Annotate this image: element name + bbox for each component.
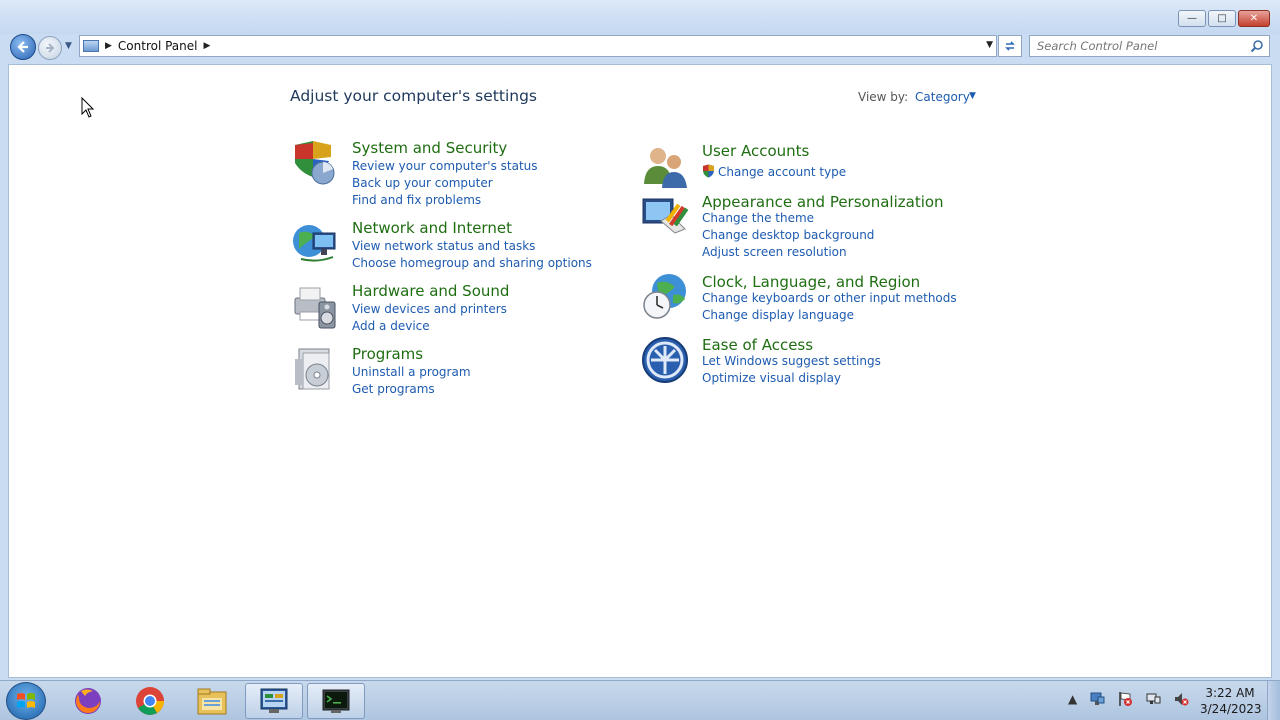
breadcrumb-chevron-icon[interactable]: ▶ bbox=[204, 41, 211, 51]
taskbar-chrome[interactable] bbox=[121, 683, 179, 719]
category-clock-language-and-region: Clock, Language, and Region Change keybo… bbox=[641, 273, 981, 323]
title-bar[interactable]: — □ ✕ bbox=[0, 0, 1280, 34]
control-panel-window: — □ ✕ ▼ ▶ Control Panel ▶ ▼ Adjust your … bbox=[0, 0, 1280, 680]
control-panel-icon bbox=[260, 688, 288, 713]
category-link[interactable]: Back up your computer bbox=[352, 176, 493, 190]
category-title[interactable]: User Accounts bbox=[702, 142, 809, 160]
programs-disc-icon[interactable] bbox=[291, 345, 339, 393]
category-link[interactable]: Change the theme bbox=[702, 211, 814, 225]
category-link[interactable]: Change keyboards or other input methods bbox=[702, 291, 957, 305]
search-icon[interactable] bbox=[1250, 39, 1264, 53]
back-button[interactable] bbox=[10, 34, 36, 60]
file-explorer-icon bbox=[197, 688, 227, 715]
taskbar-terminal[interactable] bbox=[307, 683, 365, 719]
search-box[interactable] bbox=[1029, 35, 1270, 57]
printer-speaker-icon[interactable] bbox=[291, 282, 339, 330]
caption-buttons: — □ ✕ bbox=[1178, 10, 1270, 27]
taskbar-control-panel[interactable] bbox=[245, 683, 303, 719]
action-center-flag-icon[interactable] bbox=[1117, 691, 1133, 707]
view-by-dropdown[interactable]: Category bbox=[915, 90, 970, 104]
network-connection-icon[interactable] bbox=[1145, 691, 1161, 707]
page-title: Adjust your computer's settings bbox=[290, 87, 537, 105]
close-button[interactable]: ✕ bbox=[1238, 10, 1270, 27]
uac-shield-icon bbox=[703, 164, 714, 178]
change-account-type-label[interactable]: Change account type bbox=[718, 165, 846, 179]
chrome-icon bbox=[136, 687, 164, 715]
search-input[interactable] bbox=[1037, 39, 1249, 53]
breadcrumb-control-panel[interactable]: Control Panel bbox=[118, 39, 198, 53]
taskbar-clock[interactable]: 3:22 AM 3/24/2023 bbox=[1200, 685, 1262, 717]
breadcrumb-chevron-icon[interactable]: ▶ bbox=[105, 41, 112, 51]
category-hardware-and-sound: Hardware and Sound View devices and prin… bbox=[291, 282, 591, 333]
maximize-button[interactable]: □ bbox=[1208, 10, 1236, 27]
clock-date: 3/24/2023 bbox=[1200, 702, 1262, 716]
category-title[interactable]: Programs bbox=[352, 345, 423, 363]
category-ease-of-access: Ease of Access Let Windows suggest setti… bbox=[641, 336, 981, 386]
category-link[interactable]: Optimize visual display bbox=[702, 371, 841, 385]
taskbar-firefox[interactable] bbox=[59, 683, 117, 719]
category-link[interactable]: Review your computer's status bbox=[352, 159, 538, 173]
category-network-and-internet: Network and Internet View network status… bbox=[291, 219, 592, 270]
show-hidden-icons-icon[interactable]: ▲ bbox=[1068, 692, 1077, 706]
clock-time: 3:22 AM bbox=[1205, 686, 1255, 700]
address-bar[interactable]: ▶ Control Panel ▶ ▼ bbox=[79, 35, 997, 57]
category-title[interactable]: Ease of Access bbox=[702, 336, 813, 354]
content-area: Adjust your computer's settings View by:… bbox=[8, 64, 1272, 678]
network-tray-icon[interactable] bbox=[1089, 691, 1105, 707]
show-desktop-button[interactable] bbox=[1267, 681, 1280, 720]
category-title[interactable]: Network and Internet bbox=[352, 219, 512, 237]
category-link[interactable]: Uninstall a program bbox=[352, 365, 471, 379]
category-link[interactable]: Change desktop background bbox=[702, 228, 874, 242]
category-title[interactable]: Clock, Language, and Region bbox=[702, 273, 920, 291]
ease-of-access-icon[interactable] bbox=[641, 336, 689, 384]
category-title[interactable]: Hardware and Sound bbox=[352, 282, 509, 300]
firefox-icon bbox=[75, 688, 101, 714]
address-dropdown-icon[interactable]: ▼ bbox=[986, 40, 993, 50]
start-button[interactable] bbox=[6, 682, 46, 720]
taskbar: ▲ 3:22 AM 3/24/2023 bbox=[0, 680, 1280, 720]
back-arrow-icon bbox=[17, 41, 28, 53]
category-link[interactable]: Find and fix problems bbox=[352, 193, 481, 207]
users-icon[interactable] bbox=[641, 142, 689, 190]
category-link[interactable]: Choose homegroup and sharing options bbox=[352, 256, 592, 270]
category-link[interactable]: Add a device bbox=[352, 319, 430, 333]
category-appearance-and-personalization: Appearance and Personalization Change th… bbox=[641, 193, 981, 263]
category-link[interactable]: Get programs bbox=[352, 382, 435, 396]
monitor-paint-icon[interactable] bbox=[641, 193, 689, 241]
clock-globe-icon[interactable] bbox=[641, 273, 689, 321]
terminal-icon bbox=[322, 689, 350, 713]
refresh-button[interactable] bbox=[998, 35, 1022, 57]
category-link[interactable]: View devices and printers bbox=[352, 302, 507, 316]
category-link[interactable]: Change display language bbox=[702, 308, 854, 322]
shield-pie-icon[interactable] bbox=[291, 139, 339, 187]
volume-muted-icon[interactable] bbox=[1173, 691, 1189, 707]
network-globe-icon[interactable] bbox=[291, 219, 339, 267]
category-title[interactable]: Appearance and Personalization bbox=[702, 193, 944, 211]
control-panel-small-icon bbox=[83, 40, 99, 52]
mouse-pointer-icon bbox=[81, 97, 95, 118]
category-programs: Programs Uninstall a program Get program… bbox=[291, 345, 591, 396]
category-system-and-security: System and Security Review your computer… bbox=[291, 139, 591, 209]
category-link[interactable]: Change account type bbox=[702, 164, 846, 179]
forward-button[interactable] bbox=[38, 36, 62, 60]
category-title[interactable]: System and Security bbox=[352, 139, 507, 157]
view-by-label: View by: bbox=[858, 90, 909, 104]
navigation-bar: ▼ ▶ Control Panel ▶ ▼ bbox=[0, 34, 1280, 62]
category-link[interactable]: View network status and tasks bbox=[352, 239, 535, 253]
taskbar-file-explorer[interactable] bbox=[183, 683, 241, 719]
category-link[interactable]: Adjust screen resolution bbox=[702, 245, 847, 259]
windows-logo-icon bbox=[17, 693, 35, 708]
forward-arrow-icon bbox=[46, 43, 55, 53]
category-link[interactable]: Let Windows suggest settings bbox=[702, 354, 881, 368]
category-user-accounts: User Accounts Change account type bbox=[641, 142, 981, 188]
system-tray: ▲ bbox=[1068, 691, 1189, 707]
refresh-icon bbox=[1005, 41, 1015, 51]
recent-pages-dropdown[interactable]: ▼ bbox=[65, 41, 72, 51]
view-by-caret-icon[interactable]: ▼ bbox=[969, 91, 976, 101]
minimize-button[interactable]: — bbox=[1178, 10, 1206, 27]
